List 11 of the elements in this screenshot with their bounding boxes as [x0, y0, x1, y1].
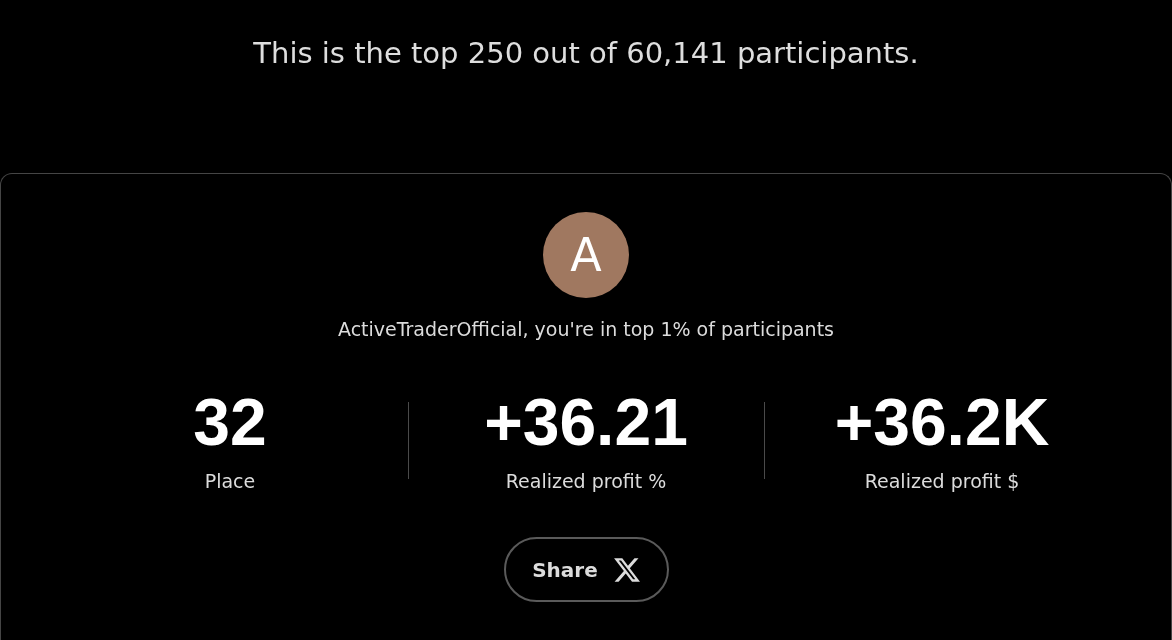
- stat-label: Place: [204, 470, 256, 492]
- headline: This is the top 250 out of 60,141 participants.: [253, 37, 919, 69]
- stat-label: Realized profit %: [505, 470, 667, 492]
- avatar: A: [543, 212, 629, 298]
- rank-message: ActiveTraderOfficial, you're in top 1% of participants: [337, 318, 834, 340]
- share-button[interactable]: Share: [503, 537, 669, 602]
- stat-value: +36.21: [484, 389, 688, 455]
- stat-value: +36.2K: [834, 389, 1050, 455]
- x-logo-icon: [613, 557, 640, 582]
- stat-value: 32: [193, 389, 267, 455]
- stat-label: Realized profit $: [864, 470, 1020, 492]
